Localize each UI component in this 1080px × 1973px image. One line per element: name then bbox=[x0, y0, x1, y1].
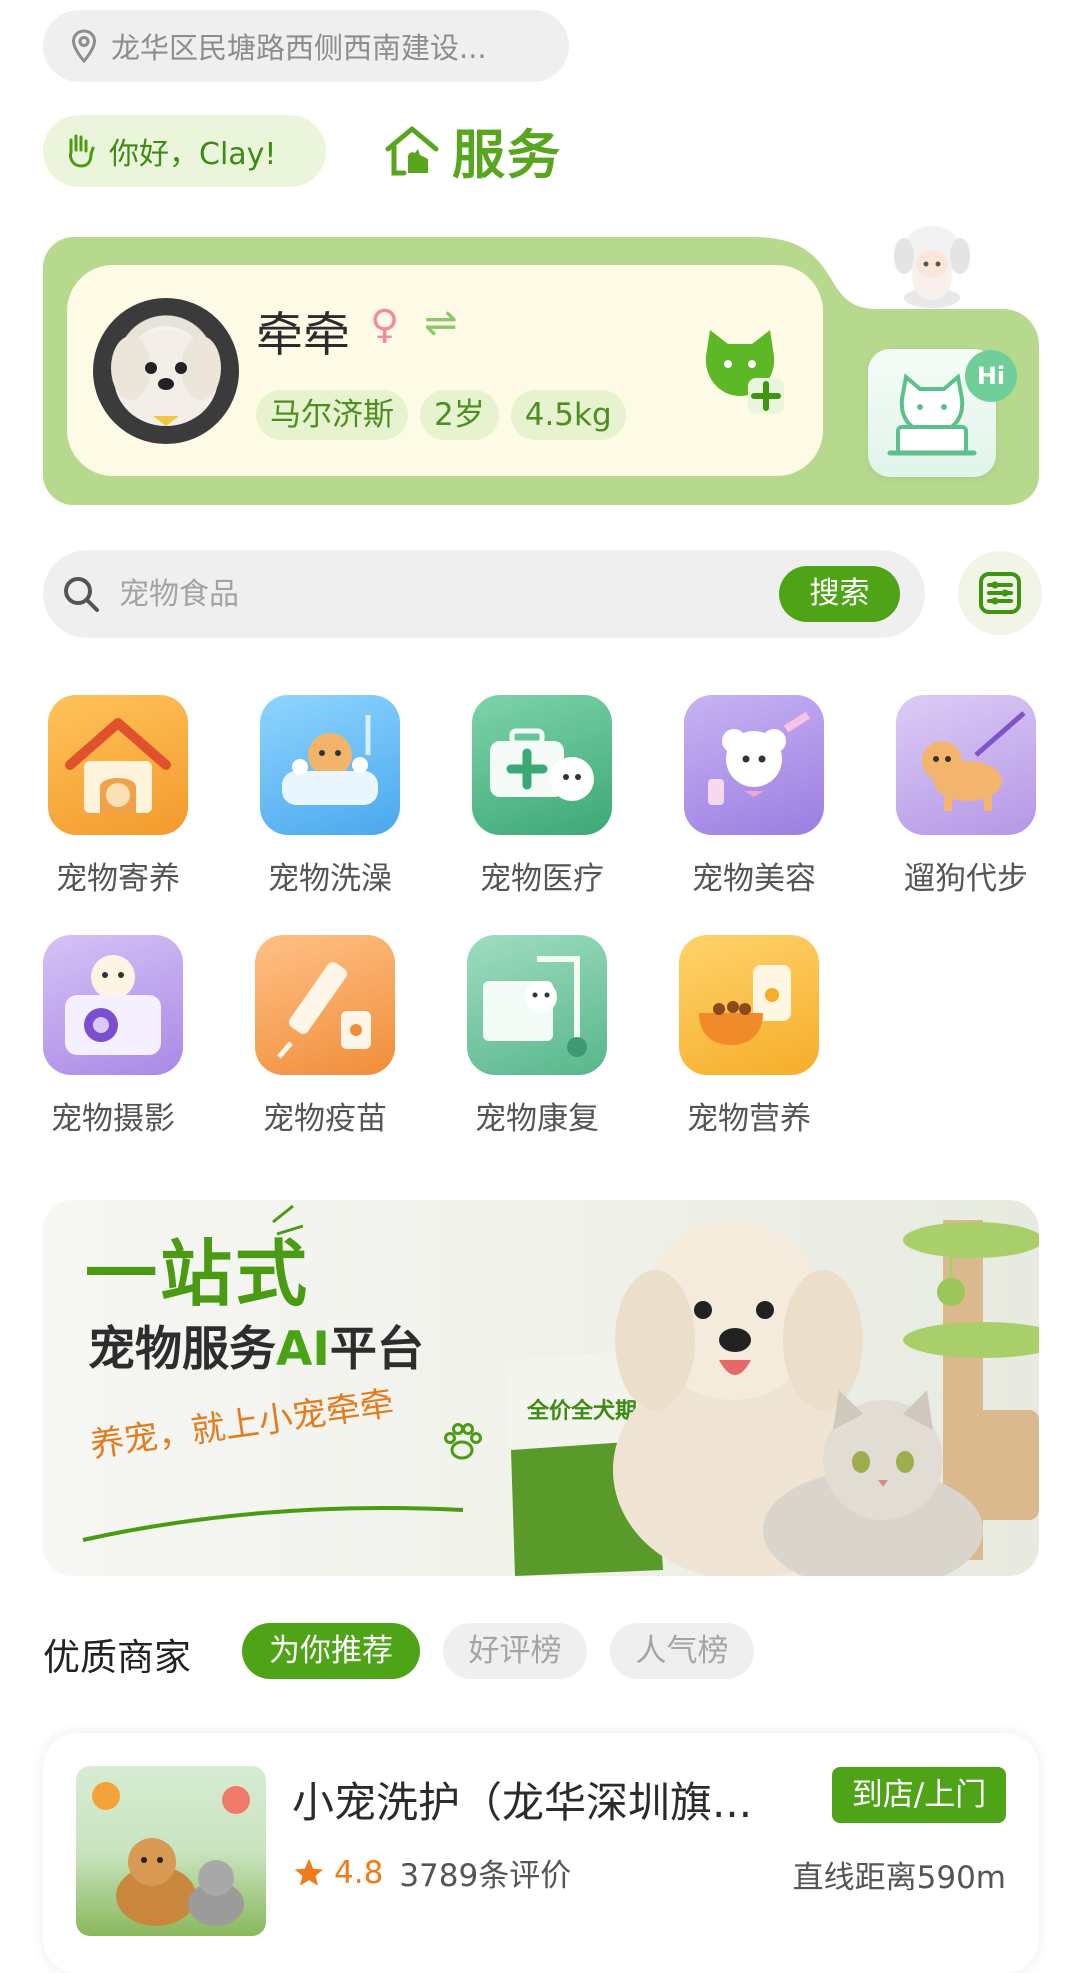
location-bar[interactable]: 龙华区民塘路西侧西南建设... bbox=[43, 10, 569, 82]
dog-photo-icon bbox=[111, 330, 221, 426]
category-pet-vaccine[interactable]: 宠物疫苗 bbox=[255, 935, 395, 1138]
paw-icon bbox=[444, 1423, 482, 1460]
pet-rehab-icon bbox=[467, 935, 607, 1075]
banner-subtitle: 宠物服务AI平台 bbox=[88, 1322, 424, 1377]
category-label: 宠物洗澡 bbox=[268, 861, 392, 897]
category-label: 宠物康复 bbox=[475, 1101, 599, 1137]
search-button[interactable]: 搜索 bbox=[779, 566, 900, 622]
category-pet-photography[interactable]: 宠物摄影 bbox=[43, 935, 183, 1138]
category-label: 宠物寄养 bbox=[56, 861, 180, 897]
mascot-doll-icon bbox=[894, 226, 970, 308]
section-title: 优质商家 bbox=[43, 1636, 191, 1679]
service-mode-badge: 到店/上门 bbox=[832, 1767, 1006, 1823]
brand-title: 服务 bbox=[452, 125, 562, 186]
category-label: 宠物摄影 bbox=[51, 1101, 175, 1137]
category-label: 宠物美容 bbox=[692, 861, 816, 897]
category-pet-nutrition[interactable]: 宠物营养 bbox=[679, 935, 819, 1138]
star-icon bbox=[294, 1858, 324, 1886]
banner-headline: 一站式 bbox=[85, 1232, 311, 1316]
merchant-distance: 直线距离590m bbox=[792, 1860, 1006, 1896]
dog-walking-icon bbox=[896, 695, 1036, 835]
pet-name: 牵牵 bbox=[256, 308, 350, 363]
pet-breed-tag: 马尔济斯 bbox=[256, 390, 408, 440]
pet-medical-icon bbox=[472, 695, 612, 835]
tab-top-rated[interactable]: 好评榜 bbox=[443, 1623, 587, 1679]
category-label: 宠物疫苗 bbox=[263, 1101, 387, 1137]
filter-button[interactable] bbox=[958, 551, 1042, 635]
pet-grooming-icon bbox=[684, 695, 824, 835]
review-count: 3789条评价 bbox=[399, 1858, 572, 1894]
pet-food-icon bbox=[679, 935, 819, 1075]
category-label: 遛狗代步 bbox=[904, 861, 1028, 897]
location-pin-icon bbox=[71, 29, 97, 63]
search-input[interactable] bbox=[117, 575, 721, 613]
category-pet-boarding[interactable]: 宠物寄养 bbox=[48, 695, 188, 898]
category-pet-bath[interactable]: 宠物洗澡 bbox=[260, 695, 400, 898]
puppy-kitten-photo-icon bbox=[92, 1782, 250, 1926]
pet-camera-icon bbox=[43, 935, 183, 1075]
greeting-text: 你好，Clay! bbox=[109, 137, 277, 172]
greeting-pill: 你好，Clay! bbox=[43, 115, 326, 187]
location-text: 龙华区民塘路西侧西南建设... bbox=[111, 31, 487, 65]
pet-age-tag: 2岁 bbox=[420, 390, 499, 440]
merchant-image bbox=[76, 1766, 266, 1936]
search-icon bbox=[64, 577, 99, 612]
pet-avatar[interactable] bbox=[93, 298, 239, 444]
category-label: 宠物医疗 bbox=[480, 861, 604, 897]
category-pet-grooming[interactable]: 宠物美容 bbox=[684, 695, 824, 898]
pet-tags: 马尔济斯 2岁 4.5kg bbox=[256, 390, 626, 440]
tab-popular[interactable]: 人气榜 bbox=[610, 1623, 754, 1679]
category-label: 宠物营养 bbox=[687, 1101, 811, 1137]
category-dog-walking[interactable]: 遛狗代步 bbox=[896, 695, 1036, 898]
switch-pet-icon[interactable]: ⇌ bbox=[424, 300, 458, 346]
waving-hand-icon bbox=[69, 134, 95, 168]
house-dog-icon bbox=[385, 126, 439, 176]
merchant-rating: 4.8 3789条评价 bbox=[292, 1850, 571, 1895]
category-pet-medical[interactable]: 宠物医疗 bbox=[472, 695, 612, 898]
merchant-name: 小宠洗护（龙华深圳旗... bbox=[292, 1778, 753, 1827]
pet-weight-tag: 4.5kg bbox=[510, 390, 626, 440]
add-pet-icon[interactable] bbox=[700, 326, 790, 416]
tab-recommended[interactable]: 为你推荐 bbox=[242, 1623, 420, 1679]
page-title: 服务 bbox=[384, 115, 562, 187]
pet-vaccine-icon bbox=[255, 935, 395, 1075]
category-pet-rehab[interactable]: 宠物康复 bbox=[467, 935, 607, 1138]
female-icon: ♀ bbox=[370, 302, 400, 348]
rating-score: 4.8 bbox=[334, 1854, 384, 1891]
pet-house-icon bbox=[48, 695, 188, 835]
filter-list-icon bbox=[979, 572, 1021, 614]
pet-bath-icon bbox=[260, 695, 400, 835]
hi-badge: Hi bbox=[965, 350, 1017, 402]
